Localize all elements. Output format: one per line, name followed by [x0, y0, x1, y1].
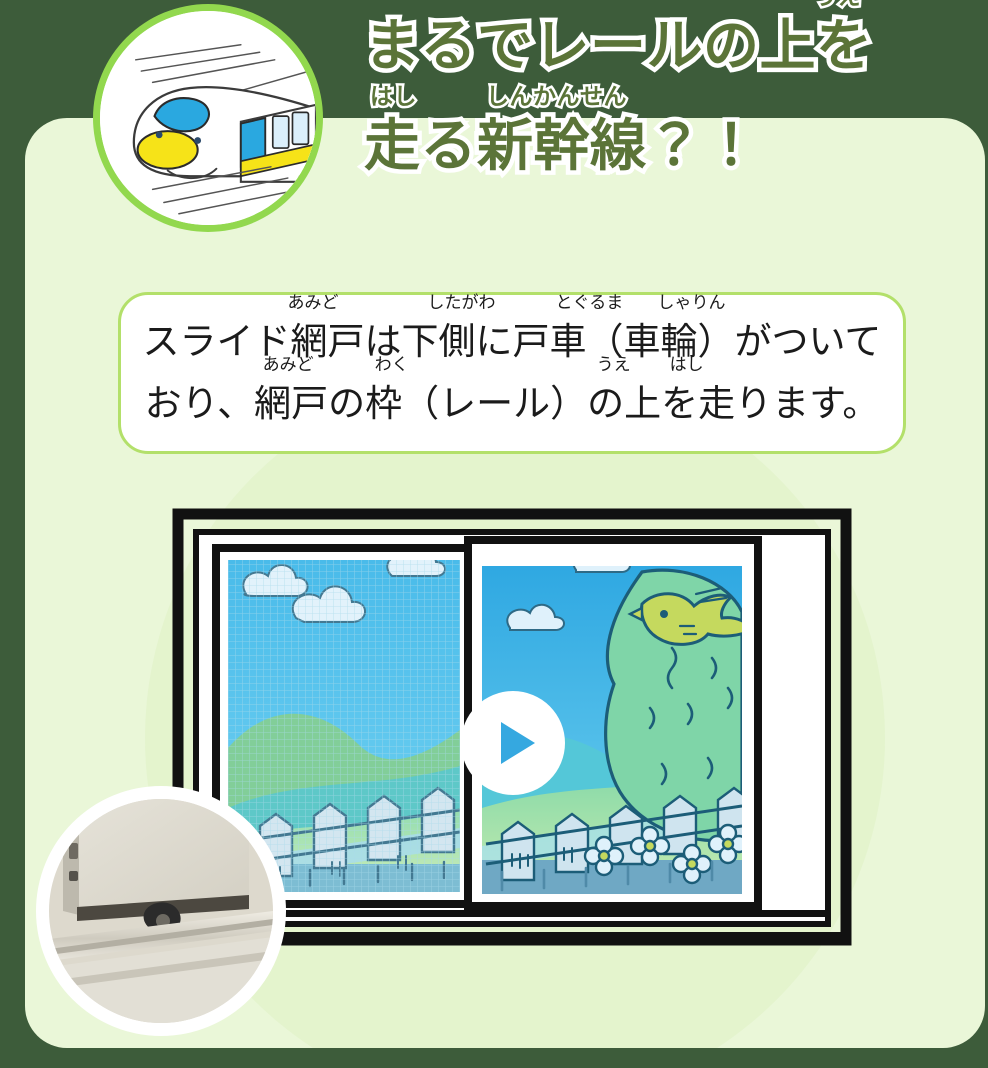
page-title-line2-text: 走る新幹線？！ [360, 110, 764, 184]
ruby-hashi-title: はし [368, 83, 420, 111]
play-button[interactable] [461, 691, 565, 795]
page-title-line1-text: まるでレールの上を [360, 10, 877, 84]
ruby-ue-title: うえ [812, 0, 864, 11]
description-line1: あみど したがわ とぐるま しゃりん スライド網戸は下側に戸車（車輪）がついて [142, 295, 882, 367]
title-block: うえ まるでレールの上を はし しんかんせん 走る新幹線？！ [352, 0, 952, 184]
shinkansen-bird-train-icon [93, 4, 323, 232]
ruby-sharin: しゃりん [657, 293, 726, 313]
ruby-waku: わく [374, 355, 409, 375]
ruby-ue-desc: うえ [596, 355, 631, 375]
ruby-hashi-desc: はし [669, 355, 704, 375]
description-box: あみど したがわ とぐるま しゃりん スライド網戸は下側に戸車（車輪）がついて … [118, 292, 906, 454]
page-title-line2: はし しんかんせん 走る新幹線？！ [360, 83, 952, 184]
description-line2: あみど わく うえ はし おり、網戸の枠（レール）の上を走ります。 [144, 357, 880, 429]
play-triangle-icon [501, 722, 535, 764]
description-line1-text: スライド網戸は下側に戸車（車輪）がついて [142, 320, 882, 363]
ruby-amido-2: あみど [262, 355, 314, 375]
description-line2-text: おり、網戸の枠（レール）の上を走ります。 [144, 382, 880, 425]
page-root: うえ まるでレールの上を はし しんかんせん 走る新幹線？！ あみど したがわ … [0, 0, 988, 1068]
ruby-shinkansen-title: しんかんせん [484, 83, 630, 111]
ruby-toguruma: とぐるま [555, 293, 624, 313]
header: うえ まるでレールの上を はし しんかんせん 走る新幹線？！ [0, 0, 988, 240]
ruby-shitagawa: したがわ [427, 293, 496, 313]
ruby-amido-1: あみど [287, 293, 339, 313]
page-title-line1: うえ まるでレールの上を [360, 0, 952, 84]
screen-door-roller-photo [36, 786, 286, 1036]
